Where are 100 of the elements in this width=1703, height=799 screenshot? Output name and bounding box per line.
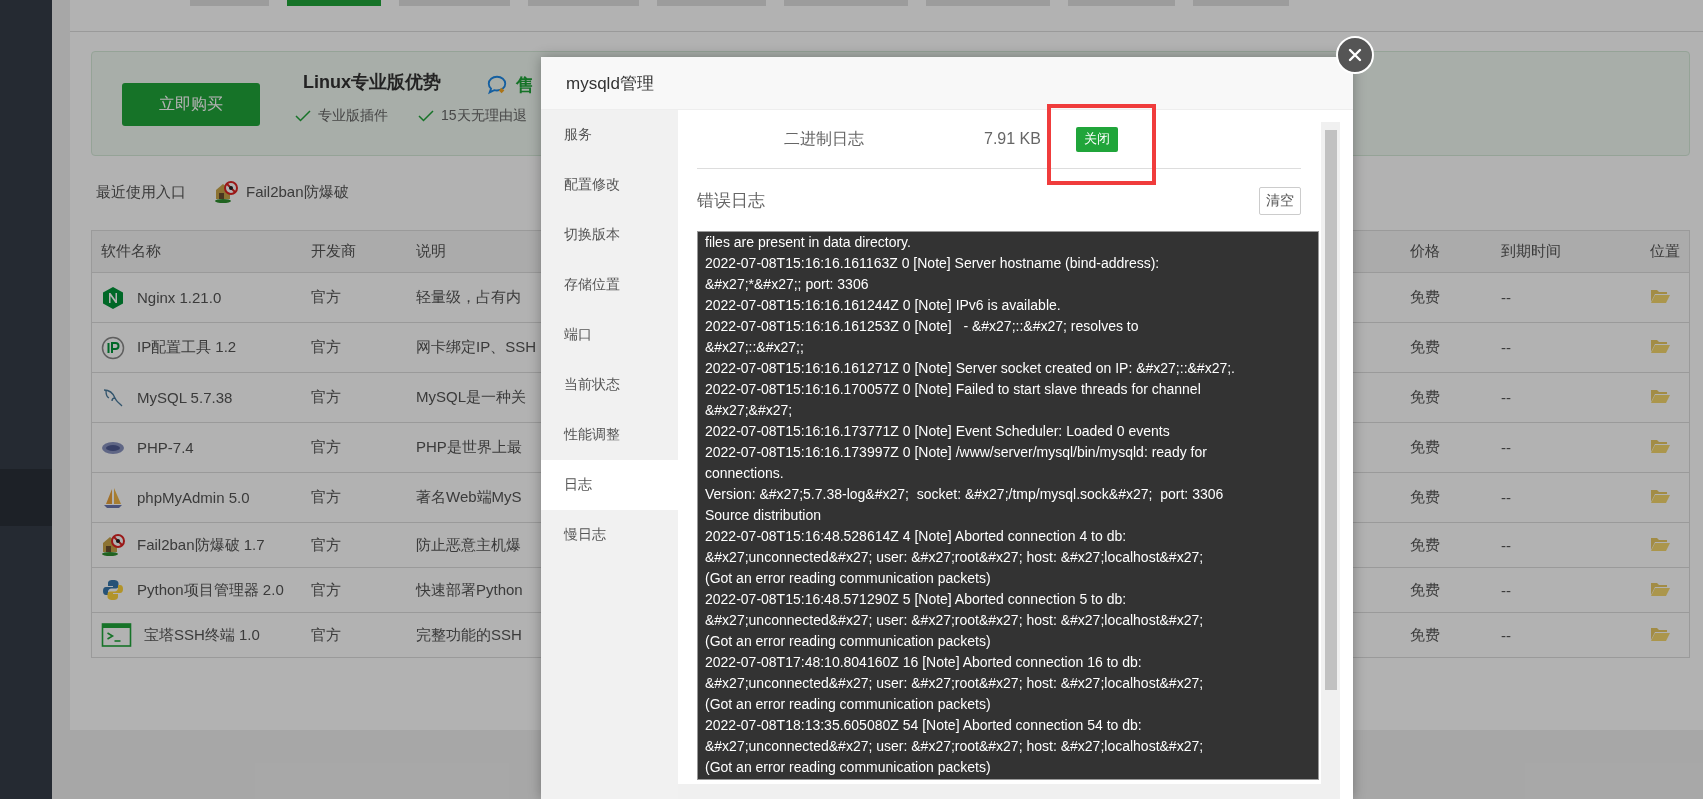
sidebar-highlight bbox=[0, 469, 52, 526]
check-icon bbox=[295, 110, 311, 122]
binlog-label: 二进制日志 bbox=[784, 128, 865, 149]
price-cell: 免费 bbox=[1410, 625, 1440, 643]
software-name: 宝塔SSH终端 1.0 bbox=[144, 625, 260, 645]
log-line: &#x27;&#x27; bbox=[705, 401, 794, 420]
recent-entry-link[interactable]: Fail2ban防爆破 bbox=[214, 180, 349, 204]
description-cell: 著名Web端MyS bbox=[416, 488, 522, 505]
description-cell: PHP是世界上最 bbox=[416, 438, 522, 455]
chat-bubble-icon bbox=[486, 74, 508, 96]
menu-item[interactable]: 服务 bbox=[541, 110, 678, 160]
software-name: Nginx 1.21.0 bbox=[137, 289, 222, 306]
log-line: &#x27;unconnected&#x27; user: &#x27;root&#x27; host: &#x27;localhost&#x27; bbox=[705, 674, 1205, 693]
menu-item[interactable]: 日志 bbox=[541, 460, 678, 510]
folder-icon[interactable] bbox=[1650, 338, 1670, 354]
log-line: &#x27;unconnected&#x27; user: &#x27;root&#x27; host: &#x27;localhost&#x27; bbox=[705, 548, 1205, 567]
feature-label: 专业版插件 bbox=[318, 107, 388, 125]
log-line: files are present in data directory. bbox=[705, 233, 912, 252]
vertical-scrollbar[interactable] bbox=[1321, 122, 1340, 799]
circle-ip-icon bbox=[101, 335, 125, 360]
menu-item[interactable]: 切换版本 bbox=[541, 210, 678, 260]
software-name: PHP-7.4 bbox=[137, 439, 194, 456]
expiry-cell: -- bbox=[1501, 289, 1511, 306]
section-title: 错误日志 bbox=[697, 189, 765, 212]
log-line: 2022-07-08T15:16:48.528614Z 4 [Note] Aborted connection 4 to db: bbox=[705, 527, 1128, 546]
check-icon bbox=[418, 110, 434, 122]
menu-item[interactable]: 当前状态 bbox=[541, 360, 678, 410]
log-line: &#x27;unconnected&#x27; user: &#x27;root&#x27; host: &#x27;localhost&#x27; bbox=[705, 737, 1205, 756]
developer-cell: 官方 bbox=[311, 438, 341, 455]
log-line: 2022-07-08T17:48:10.804160Z 16 [Note] Aborted connection 16 to db: bbox=[705, 653, 1143, 672]
column-header: 位置 bbox=[1650, 242, 1680, 259]
description-cell: 完整功能的SSH bbox=[416, 625, 522, 643]
expiry-cell: -- bbox=[1501, 489, 1511, 506]
log-line: 2022-07-08T15:16:16.170057Z 0 [Note] Failed to start slave threads for channel bbox=[705, 380, 1202, 399]
price-cell: 免费 bbox=[1410, 535, 1440, 553]
folder-icon[interactable] bbox=[1650, 488, 1670, 504]
folder-icon[interactable] bbox=[1650, 625, 1670, 642]
menu-item[interactable]: 端口 bbox=[541, 310, 678, 360]
menu-item[interactable]: 存储位置 bbox=[541, 260, 678, 310]
developer-cell: 官方 bbox=[311, 288, 341, 305]
clear-button[interactable]: 清空 bbox=[1259, 187, 1301, 215]
log-line: (Got an error reading communication packets) bbox=[705, 569, 992, 588]
column-header: 价格 bbox=[1410, 242, 1440, 259]
log-line: 2022-07-08T15:16:16.161253Z 0 [Note] - &#x27;::&#x27; resolves to bbox=[705, 317, 1140, 336]
description-cell: MySQL是一种关 bbox=[416, 388, 526, 405]
software-name: Fail2ban防爆破 1.7 bbox=[137, 535, 265, 555]
log-line: 2022-07-08T15:16:16.161271Z 0 [Note] Server socket created on IP: &#x27;::&#x27;. bbox=[705, 359, 1236, 378]
column-header: 开发商 bbox=[311, 242, 356, 259]
software-name: phpMyAdmin 5.0 bbox=[137, 489, 250, 506]
log-line: (Got an error reading communication packets) bbox=[705, 758, 992, 777]
dialog-title: mysqld管理 bbox=[566, 72, 654, 95]
developer-cell: 官方 bbox=[311, 488, 341, 505]
log-line: &#x27;::&#x27;; bbox=[705, 338, 805, 357]
log-line: Version: &#x27;5.7.38-log&#x27; socket: &#x27;/tmp/mysql.sock&#x27; port: 3306 bbox=[705, 485, 1225, 504]
description-cell: 网卡绑定IP、SSH bbox=[416, 338, 536, 355]
log-line: 2022-07-08T15:16:16.161163Z 0 [Note] Server hostname (bind-address): bbox=[705, 254, 1161, 273]
log-line: &#x27;*&#x27;; port: 3306 bbox=[705, 275, 870, 294]
folder-icon[interactable] bbox=[1650, 288, 1670, 304]
log-line: (Got an error reading communication packets) bbox=[705, 632, 992, 651]
price-cell: 免费 bbox=[1410, 338, 1440, 355]
tab[interactable] bbox=[287, 0, 381, 6]
promo-title: Linux专业版优势 bbox=[303, 71, 442, 94]
developer-cell: 官方 bbox=[311, 535, 341, 553]
log-line: 2022-07-08T18:13:35.605080Z 54 [Note] Aborted connection 54 to db: bbox=[705, 716, 1143, 735]
folder-icon[interactable] bbox=[1650, 388, 1670, 404]
expiry-cell: -- bbox=[1501, 439, 1511, 456]
log-line: connections. bbox=[705, 464, 785, 483]
menu-item[interactable]: 性能调整 bbox=[541, 410, 678, 460]
log-line: 2022-07-08T15:16:16.173997Z 0 [Note] /www/server/mysql/bin/mysqld: ready for bbox=[705, 443, 1208, 462]
developer-cell: 官方 bbox=[311, 625, 341, 643]
description-cell: 轻量级，占有内 bbox=[416, 288, 521, 305]
expiry-cell: -- bbox=[1501, 581, 1511, 599]
binlog-size: 7.91 KB bbox=[984, 130, 1042, 148]
software-name: Python项目管理器 2.0 bbox=[137, 580, 284, 600]
folder-icon[interactable] bbox=[1650, 535, 1670, 552]
recent-label: 最近使用入口 bbox=[96, 182, 186, 202]
expiry-cell: -- bbox=[1501, 339, 1511, 356]
folder-icon[interactable] bbox=[1650, 438, 1670, 454]
log-line: (Got an error reading communication packets) bbox=[705, 695, 992, 714]
log-line: &#x27;unconnected&#x27; user: &#x27;root&#x27; host: &#x27;localhost&#x27; bbox=[705, 611, 1205, 630]
house-icon bbox=[214, 180, 238, 204]
price-cell: 免费 bbox=[1410, 488, 1440, 505]
expiry-cell: -- bbox=[1501, 389, 1511, 406]
log-line: 2022-07-08T15:16:16.173771Z 0 [Note] Event Scheduler: Loaded 0 events bbox=[705, 422, 1171, 441]
column-header: 说明 bbox=[416, 242, 446, 259]
hexagon-n-icon bbox=[101, 285, 125, 310]
price-cell: 免费 bbox=[1410, 288, 1440, 305]
price-cell: 免费 bbox=[1410, 438, 1440, 455]
menu-item[interactable]: 配置修改 bbox=[541, 160, 678, 210]
column-header: 到期时间 bbox=[1501, 242, 1561, 259]
expiry-cell: -- bbox=[1501, 536, 1511, 554]
developer-cell: 官方 bbox=[311, 338, 341, 355]
description-cell: 防止恶意主机爆 bbox=[416, 535, 521, 553]
feature-label: 15天无理由退 bbox=[441, 107, 527, 125]
terminal-icon bbox=[101, 623, 132, 647]
menu-item[interactable]: 慢日志 bbox=[541, 510, 678, 560]
log-line: Source distribution bbox=[705, 506, 822, 525]
folder-icon[interactable] bbox=[1650, 580, 1670, 597]
column-header: 软件名称 bbox=[101, 242, 161, 259]
log-line: 2022-07-08T15:16:16.161244Z 0 [Note] IPv6 is available. bbox=[705, 296, 1062, 315]
